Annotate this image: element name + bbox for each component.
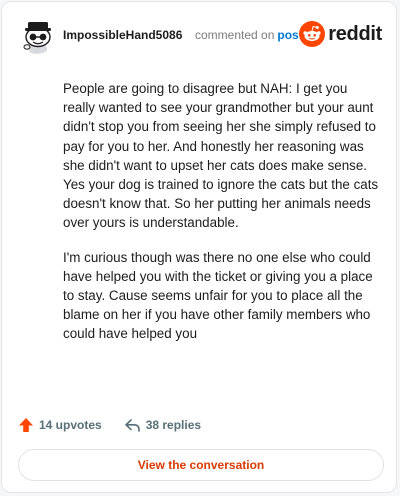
comment-actions: 14 upvotes 38 replies [18,414,201,436]
comment-meta: commented on post [195,28,303,42]
reddit-logo-icon [299,21,326,47]
reply-arrow-icon [124,418,140,432]
comment-body: People are going to disagree but NAH: I … [63,79,381,359]
comment-card: ImpossibleHand5086 commented on post redd… [1,1,397,493]
username[interactable]: ImpossibleHand5086 [63,28,182,42]
meta-text: commented on [195,28,275,42]
view-conversation-button[interactable]: View the conversation [18,449,384,481]
comment-paragraph: People are going to disagree but NAH: I … [63,81,379,231]
upvote-arrow-icon [19,418,33,432]
reddit-wordmark: reddit [328,22,382,45]
user-avatar[interactable] [18,16,56,54]
reply-count: 38 replies [145,418,202,432]
snoo-avatar-icon [18,16,56,54]
comment-header: ImpossibleHand5086 commented on post redd… [18,16,382,56]
reddit-logo[interactable]: reddit [299,20,382,48]
upvote-count: 14 upvotes [39,418,102,432]
upvote-button[interactable]: 14 upvotes [18,417,102,433]
replies-button[interactable]: 38 replies [124,418,201,433]
comment-paragraph: I'm curious though was there no one else… [63,249,373,342]
